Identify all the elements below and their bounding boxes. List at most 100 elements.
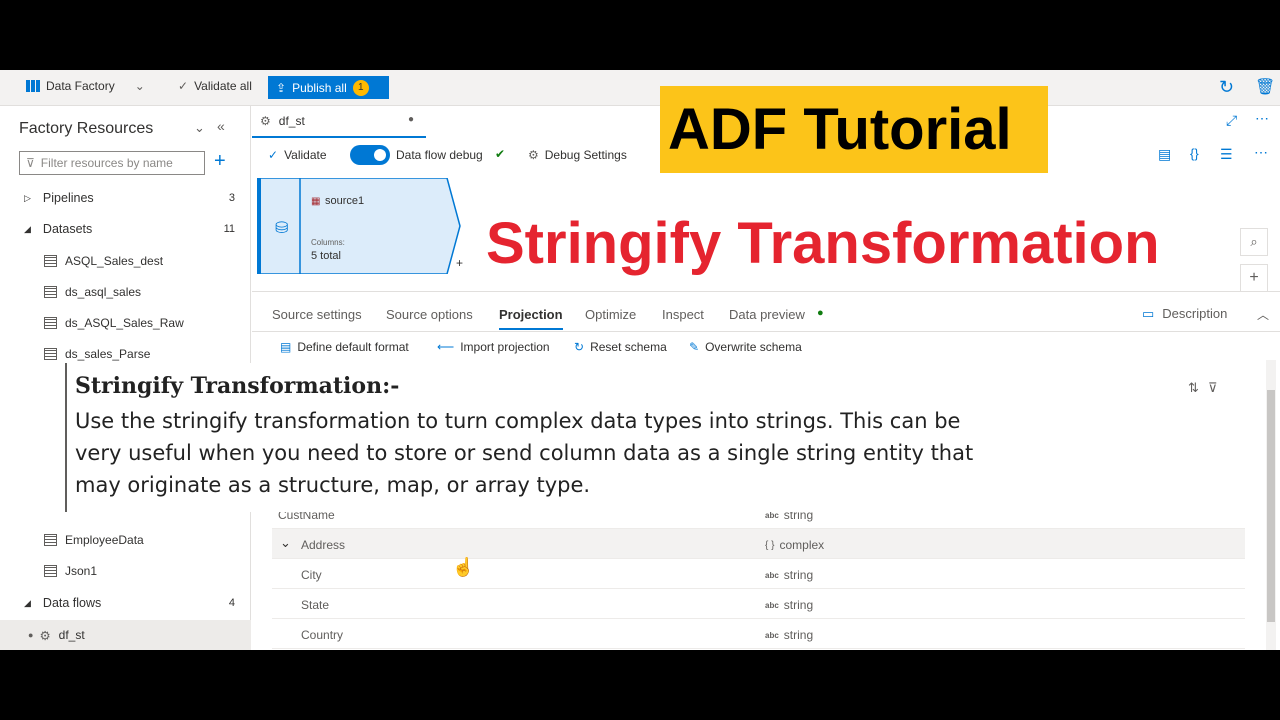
debug-settings-button[interactable]: ⚙ Debug Settings [528, 148, 627, 162]
note-heading: Stringify Transformation:- [75, 373, 400, 399]
filter-icon: ⊽ [26, 156, 35, 170]
discard-icon[interactable]: 🗑 [1255, 77, 1275, 97]
check-icon: ✓ [268, 148, 279, 162]
tab-label: df_st [278, 114, 305, 128]
string-type-icon: abc [765, 600, 779, 610]
debug-toggle[interactable] [350, 145, 390, 165]
table-icon [44, 255, 57, 267]
add-resource-icon[interactable]: + [214, 150, 226, 173]
dataset-item[interactable]: EmployeeData [0, 525, 251, 555]
dataflow-item-df-st[interactable]: ● ⚙ df_st [0, 620, 251, 650]
dataset-item[interactable]: ds_ASQL_Sales_Raw [0, 308, 251, 338]
dataset-item[interactable]: Json1 [0, 556, 251, 586]
define-default-format-button[interactable]: ▤ Define default format [280, 340, 409, 354]
script-icon[interactable]: ▤ [1158, 146, 1171, 163]
import-icon: ⟵ [437, 340, 455, 354]
table-icon [44, 348, 57, 360]
filter-icon[interactable]: ⊽ [1208, 380, 1218, 396]
data-factory-selector[interactable]: Data Factory ⌄ [26, 79, 145, 93]
type-label: complex [779, 538, 825, 552]
dataset-item[interactable]: ASQL_Sales_dest [0, 246, 251, 276]
overwrite-schema-button[interactable]: ✎ Overwrite schema [689, 340, 802, 354]
unsaved-dot-icon: ● [28, 630, 34, 640]
string-type-icon: abc [765, 630, 779, 640]
tab-projection[interactable]: Projection [499, 307, 563, 330]
tab-optimize[interactable]: Optimize [585, 307, 636, 322]
publish-all-button[interactable]: ⇪ Publish all 1 [268, 76, 389, 99]
edit-icon: ✎ [689, 340, 700, 354]
expand-icon[interactable]: ⤢ [1226, 112, 1237, 129]
validate-label: Validate [284, 148, 327, 162]
filter-placeholder: Filter resources by name [40, 156, 173, 170]
import-projection-button[interactable]: ⟵ Import projection [437, 340, 550, 354]
tree-group-pipelines[interactable]: ▷ Pipelines 3 [0, 183, 251, 213]
chevron-down-icon: ⌄ [134, 79, 145, 93]
publish-all-label: Publish all [292, 80, 347, 95]
tab-df-st[interactable]: ⚙ df_st ● [252, 106, 426, 138]
dataset-item-label: ds_ASQL_Sales_Raw [65, 316, 184, 330]
table-row[interactable]: Country abc string [272, 619, 1245, 649]
column-type: abc string [765, 598, 813, 612]
add-transform-icon[interactable]: + [456, 256, 463, 270]
zoom-search-icon[interactable]: ⌕ [1240, 228, 1268, 256]
source-db-icon: ⛁ [275, 220, 289, 237]
validate-all-button[interactable]: ✓ Validate all [178, 79, 252, 93]
dataset-item[interactable]: ds_asql_sales [0, 277, 251, 307]
pipelines-count: 3 [228, 192, 235, 204]
description-button[interactable]: ▭ Description [1142, 306, 1227, 322]
column-type: abc string [765, 628, 813, 642]
action-label: Reset schema [590, 340, 667, 354]
tab-data-preview[interactable]: Data preview [729, 307, 805, 322]
check-icon: ✓ [178, 79, 189, 93]
vertical-scrollbar[interactable] [1266, 360, 1276, 650]
validate-button[interactable]: ✓ Validate [268, 148, 327, 162]
collapse-all-icon[interactable]: ⌄ [194, 120, 205, 136]
letterbox-top [0, 0, 1280, 70]
more-icon[interactable]: ⋯ [1254, 144, 1268, 161]
table-row[interactable]: City abc string [272, 559, 1245, 589]
top-toolbar: Data Factory ⌄ ✓ Validate all ⇪ Publish … [0, 70, 1280, 106]
dataflows-label: Data flows [42, 596, 102, 610]
pipelines-label: Pipelines [42, 191, 94, 205]
reset-schema-button[interactable]: ↻ Reset schema [574, 340, 667, 354]
tree-group-datasets[interactable]: ◢ Datasets 11 [0, 214, 251, 244]
collapse-panel-icon[interactable]: « [217, 118, 225, 134]
tab-inspect[interactable]: Inspect [662, 307, 704, 322]
collapse-icon: ◢ [24, 597, 31, 608]
dataset-item-label: EmployeeData [65, 533, 144, 547]
table-row[interactable]: ⌄ Address { } complex [272, 529, 1245, 559]
note-body: Use the stringify transformation to turn… [75, 409, 974, 497]
source-columns-value: 5 total [311, 250, 341, 262]
sort-icon[interactable]: ⇅ [1188, 380, 1199, 396]
table-row[interactable]: State abc string [272, 589, 1245, 619]
validate-all-label: Validate all [194, 79, 252, 93]
dataflow-icon: ⚙ [39, 628, 51, 643]
action-label: Overwrite schema [705, 340, 802, 354]
chevron-up-icon[interactable]: ︿ [1257, 306, 1269, 323]
code-icon[interactable]: {} [1190, 146, 1199, 161]
column-name: Address [301, 538, 346, 552]
unsaved-dot-icon: ● [408, 114, 415, 125]
tab-source-settings[interactable]: Source settings [272, 307, 362, 322]
dataflow-item-label: df_st [58, 628, 85, 642]
properties-icon[interactable]: ☰ [1220, 146, 1233, 163]
letterbox-bottom [0, 650, 1280, 720]
column-name: City [301, 568, 322, 582]
zoom-in-icon[interactable]: + [1240, 264, 1268, 292]
filter-resources-input[interactable]: ⊽ Filter resources by name [19, 151, 205, 175]
status-dot-icon: ● [817, 307, 824, 319]
table-icon [44, 534, 57, 546]
source-node[interactable]: ⛁ ▦ source1 Columns: 5 total + [256, 177, 463, 275]
table-icon [44, 317, 57, 329]
refresh-icon[interactable]: ↻ [1219, 77, 1234, 98]
stringify-transformation-title: Stringify Transformation [486, 211, 1160, 276]
more-icon[interactable]: ⋯ [1255, 110, 1269, 127]
adf-screen: Data Factory ⌄ ✓ Validate all ⇪ Publish … [0, 70, 1280, 650]
tree-group-dataflows[interactable]: ◢ Data flows 4 [0, 588, 251, 618]
scrollbar-thumb[interactable] [1267, 390, 1275, 622]
string-type-icon: abc [765, 570, 779, 580]
chevron-down-icon[interactable]: ⌄ [280, 535, 291, 551]
publish-count-badge: 1 [352, 79, 369, 96]
debug-settings-label: Debug Settings [544, 148, 627, 162]
tab-source-options[interactable]: Source options [386, 307, 473, 322]
